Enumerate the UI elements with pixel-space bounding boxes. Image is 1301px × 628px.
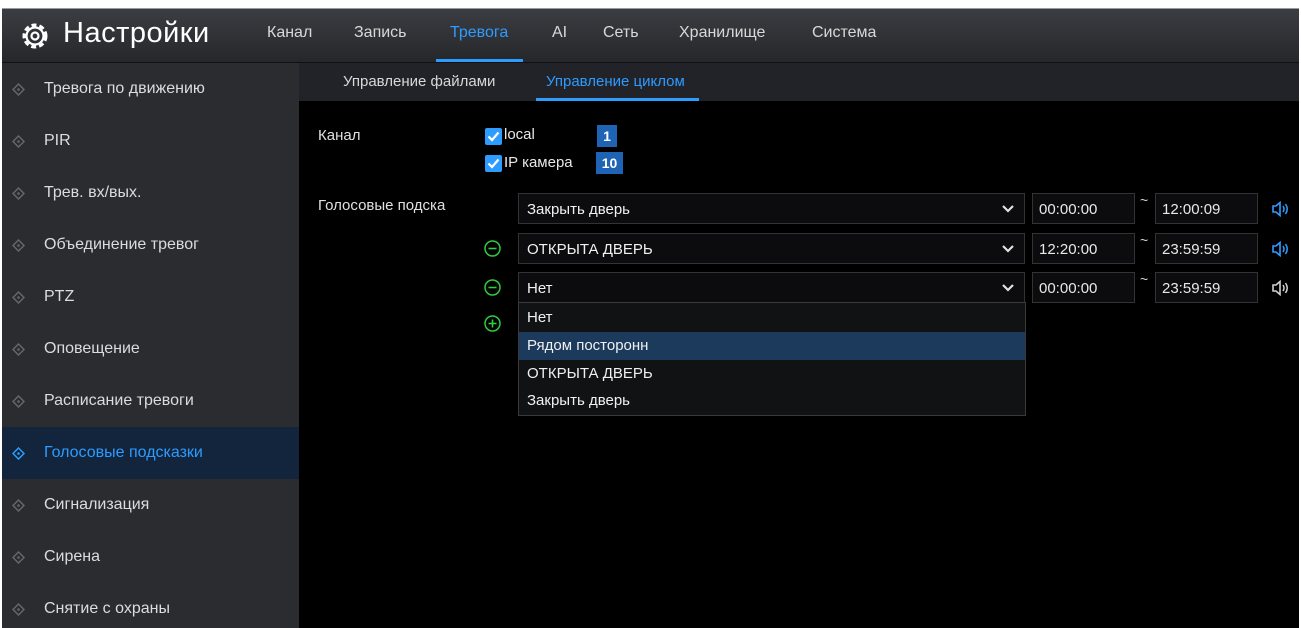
sidebar-item-label: Сигнализация <box>44 496 150 513</box>
minus-circle-icon[interactable] <box>484 279 501 296</box>
sidebar-item-alarm-schedule[interactable]: Расписание тревоги <box>2 375 299 427</box>
chevron-down-icon <box>1002 284 1014 292</box>
start-time-field-2[interactable]: 12:20:00 <box>1032 233 1135 264</box>
sub-tab-bar: Управление файлами Управление циклом <box>299 63 1299 101</box>
sidebar-item-ptz[interactable]: PTZ <box>2 271 299 323</box>
end-time-field-2[interactable]: 23:59:59 <box>1155 233 1258 264</box>
voice-prompts-label: Голосовые подска <box>318 197 446 214</box>
range-separator: ~ <box>1140 232 1149 248</box>
settings-window: Настройки Канал Запись Тревога AI Сеть Х… <box>2 8 1299 628</box>
start-time-value: 12:20:00 <box>1039 241 1098 258</box>
diamond-bullet-icon <box>12 603 25 616</box>
sidebar-item-label: Снятие с охраны <box>44 600 170 617</box>
diamond-bullet-icon <box>12 83 25 96</box>
diamond-bullet-icon <box>12 343 25 356</box>
select-value: Закрыть дверь <box>527 201 630 218</box>
start-time-value: 00:00:00 <box>1039 280 1098 297</box>
sidebar: Тревога по движению PIR Трев. вх/вых. Об… <box>2 63 299 628</box>
select-value: ОТКРЫТА ДВЕРЬ <box>527 241 653 258</box>
diamond-bullet-icon <box>12 135 25 148</box>
sidebar-item-label: Сирена <box>44 548 101 565</box>
tab-record[interactable]: Запись <box>354 24 407 62</box>
tab-network[interactable]: Сеть <box>603 24 639 62</box>
dropdown-option[interactable]: Нет <box>519 304 1025 332</box>
sidebar-item-disarm[interactable]: Снятие с охраны <box>2 583 299 628</box>
option-label: Нет <box>527 309 553 326</box>
diamond-bullet-icon <box>12 499 25 512</box>
tab-channel[interactable]: Канал <box>267 24 312 62</box>
tab-ai[interactable]: AI <box>552 24 567 62</box>
diamond-bullet-icon <box>12 187 25 200</box>
sidebar-item-label: Оповещение <box>44 340 140 357</box>
end-time-field-1[interactable]: 12:00:09 <box>1155 193 1258 224</box>
option-label: Рядом посторонн <box>527 337 649 354</box>
tab-file-management[interactable]: Управление файлами <box>343 63 495 101</box>
checkmark-icon <box>487 131 500 142</box>
sidebar-item-siren[interactable]: Сирена <box>2 531 299 583</box>
local-count-badge: 1 <box>597 125 617 147</box>
sidebar-item-notification[interactable]: Оповещение <box>2 323 299 375</box>
end-time-value: 12:00:09 <box>1162 201 1221 218</box>
diamond-bullet-icon <box>12 239 25 252</box>
sidebar-item-label: Расписание тревоги <box>44 392 194 409</box>
option-label: ОТКРЫТА ДВЕРЬ <box>527 365 653 382</box>
page-title: Настройки <box>63 17 210 49</box>
chevron-down-icon <box>1002 245 1014 253</box>
start-time-field-1[interactable]: 00:00:00 <box>1032 193 1135 224</box>
sidebar-item-label: Тревога по движению <box>44 80 205 97</box>
start-time-value: 00:00:00 <box>1039 201 1098 218</box>
sidebar-item-alarm-io[interactable]: Трев. вх/вых. <box>2 167 299 219</box>
tab-system[interactable]: Система <box>812 24 876 62</box>
speaker-icon[interactable] <box>1272 241 1290 257</box>
main-content: Управление файлами Управление циклом Кан… <box>299 63 1299 628</box>
chevron-down-icon <box>1002 205 1014 213</box>
range-separator: ~ <box>1140 192 1149 208</box>
speaker-icon[interactable] <box>1272 280 1290 296</box>
speaker-icon[interactable] <box>1272 201 1290 217</box>
top-bar: Настройки Канал Запись Тревога AI Сеть Х… <box>2 9 1299 63</box>
diamond-bullet-icon <box>12 551 25 564</box>
voice-prompt-select-3[interactable]: Нет <box>518 272 1025 303</box>
checkmark-icon <box>487 158 500 169</box>
start-time-field-3[interactable]: 00:00:00 <box>1032 272 1135 303</box>
sidebar-item-label: Голосовые подсказки <box>44 444 203 461</box>
sidebar-item-label: Трев. вх/вых. <box>44 184 142 201</box>
sidebar-item-pir[interactable]: PIR <box>2 115 299 167</box>
sidebar-item-signalization[interactable]: Сигнализация <box>2 479 299 531</box>
tab-cycle-management[interactable]: Управление циклом <box>536 63 699 101</box>
dropdown-option-highlighted[interactable]: Рядом посторонн <box>519 332 1025 360</box>
sidebar-item-motion-alarm[interactable]: Тревога по движению <box>2 63 299 115</box>
range-separator: ~ <box>1140 271 1149 287</box>
sidebar-item-voice-prompts[interactable]: Голосовые подсказки <box>2 427 299 479</box>
sidebar-item-label: PIR <box>44 132 71 149</box>
local-checkbox[interactable] <box>485 128 502 145</box>
end-time-value: 23:59:59 <box>1162 280 1221 297</box>
channel-label: Канал <box>318 127 361 144</box>
voice-prompt-select-1[interactable]: Закрыть дверь <box>518 193 1025 224</box>
select-value: Нет <box>527 280 553 297</box>
ip-camera-checkbox[interactable] <box>485 155 502 172</box>
sidebar-item-label: PTZ <box>44 288 75 305</box>
sidebar-item-label: Объединение тревог <box>44 236 199 253</box>
dropdown-option[interactable]: Закрыть дверь <box>519 387 1025 415</box>
ip-camera-count-badge: 10 <box>596 152 623 174</box>
option-label: Закрыть дверь <box>527 392 630 409</box>
ip-camera-label: IP камера <box>504 154 573 171</box>
diamond-bullet-icon <box>12 395 25 408</box>
voice-prompt-dropdown-list: Нет Рядом посторонн ОТКРЫТА ДВЕРЬ Закрыт… <box>518 302 1026 416</box>
end-time-field-3[interactable]: 23:59:59 <box>1155 272 1258 303</box>
dropdown-option[interactable]: ОТКРЫТА ДВЕРЬ <box>519 360 1025 388</box>
sidebar-item-alarm-combine[interactable]: Объединение тревог <box>2 219 299 271</box>
minus-circle-icon[interactable] <box>484 240 501 257</box>
end-time-value: 23:59:59 <box>1162 241 1221 258</box>
local-label: local <box>504 126 535 143</box>
diamond-bullet-icon <box>12 447 25 460</box>
tab-alarm[interactable]: Тревога <box>436 24 523 62</box>
gear-icon <box>22 23 48 49</box>
tab-storage[interactable]: Хранилище <box>679 24 765 62</box>
voice-prompt-select-2[interactable]: ОТКРЫТА ДВЕРЬ <box>518 233 1025 264</box>
diamond-bullet-icon <box>12 291 25 304</box>
plus-circle-icon[interactable] <box>484 315 501 332</box>
